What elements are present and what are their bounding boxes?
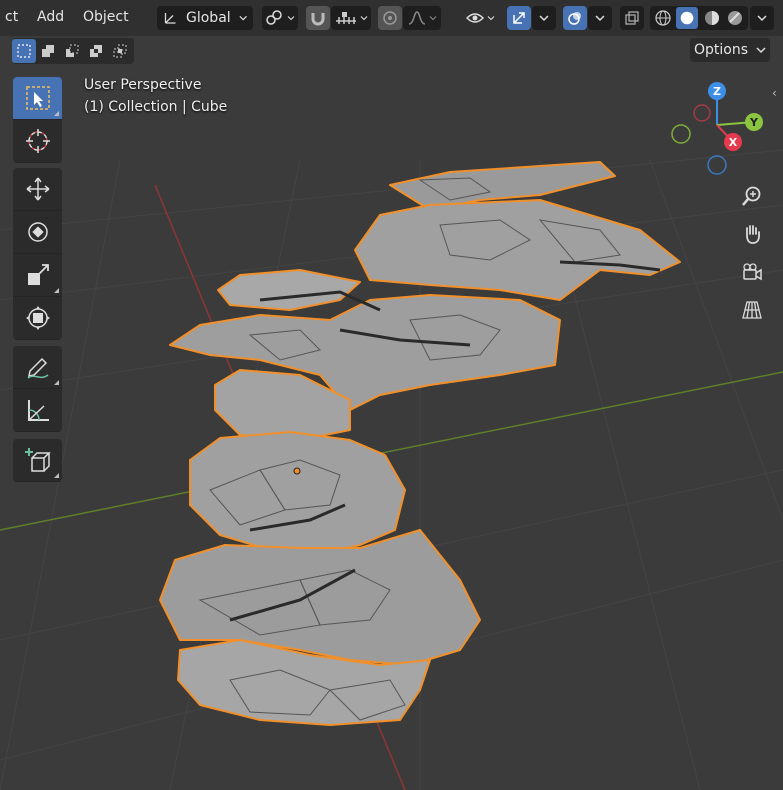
overlays-toggle[interactable] [563,6,587,30]
gizmo-icon [513,12,525,24]
select-mode-intersect[interactable] [108,39,132,63]
gizmo-y-label: Y [749,116,759,129]
rendered-shading-icon[interactable] [725,8,745,28]
measure-icon [27,400,49,421]
move-icon [26,177,49,201]
perspective-toggle-button[interactable] [734,292,770,328]
shading-dropdown[interactable] [750,6,774,30]
chevron-down-icon [595,15,605,22]
snap-toggle[interactable] [306,6,330,30]
pivot-icon [266,10,282,25]
chevron-down-icon [429,16,436,21]
view-perspective-label: User Perspective [84,77,202,93]
gizmo-toggle[interactable] [507,6,531,30]
negative-z-handle [707,155,727,175]
shading-mode-group [650,6,748,30]
chevron-down-icon [360,16,367,21]
toolbar-annotate-group [13,346,62,432]
select-subtract-icon [66,44,79,57]
pan-button[interactable] [734,216,770,252]
negative-y-handle [671,124,691,144]
toolbar-select-group [13,77,62,163]
toolbar-add-group [13,439,62,482]
gizmo-dropdown[interactable] [532,6,556,30]
select-mode-extend[interactable] [36,39,60,63]
menu-select[interactable]: ct [5,9,18,25]
pencil-icon [27,357,48,379]
select-intersect-icon [113,44,127,58]
material-preview-icon[interactable] [702,8,722,28]
options-label: Options [693,42,749,58]
viewport-header: ct Add Object Global [0,0,783,36]
chevron-down-icon [287,16,295,21]
select-box-icon [25,86,50,110]
zoom-icon [742,186,761,206]
menu-add[interactable]: Add [37,9,64,25]
transform-icon [25,306,50,330]
menu-object[interactable]: Object [83,9,129,25]
falloff-dropdown[interactable] [403,6,441,30]
select-extend-icon [42,45,54,57]
wireframe-shading-icon[interactable] [653,8,673,28]
camera-icon [743,263,762,281]
zoom-button[interactable] [734,178,770,214]
select-difference-icon [90,45,102,57]
active-collection-label: (1) Collection | Cube [84,99,228,115]
select-new-icon [17,44,31,58]
visibility-dropdown[interactable] [462,6,498,30]
select-mode-subtract[interactable] [60,39,84,63]
solid-shading-button[interactable] [676,7,699,29]
falloff-curve-icon [408,11,425,25]
xray-icon [625,11,639,25]
orientation-dropdown[interactable]: Global [157,6,253,30]
pivot-dropdown[interactable] [262,6,298,30]
options-dropdown[interactable]: Options [690,38,770,62]
proportional-edit-icon [383,11,397,25]
eye-icon [465,13,484,23]
object-origin [293,467,301,475]
solid-shading-icon [680,11,694,25]
chevron-down-icon [757,15,767,22]
overlays-icon [568,12,581,25]
tool-scale[interactable] [13,254,62,297]
overlays-dropdown[interactable] [588,6,612,30]
select-mode-bar [12,38,134,64]
select-mode-difference[interactable] [84,39,108,63]
tool-annotate[interactable] [13,346,62,389]
sidebar-toggle-icon[interactable]: ‹ [772,86,777,100]
tool-select-box[interactable] [13,77,62,120]
magnet-icon [311,13,325,26]
chevron-down-icon [487,16,494,21]
orientation-label: Global [186,10,231,26]
chevron-down-icon [239,15,247,21]
snap-increment-icon [335,12,356,24]
snap-target-dropdown[interactable] [331,6,371,30]
tool-rotate[interactable] [13,211,62,254]
gizmo-x-label: X [729,136,738,149]
chevron-down-icon [756,47,766,54]
xray-toggle[interactable] [620,6,644,30]
tool-move[interactable] [13,168,62,211]
tool-transform[interactable] [13,297,62,340]
scale-icon [27,264,49,285]
toolbar-transform-group [13,168,62,340]
tool-cursor[interactable] [13,120,62,163]
cursor-icon [25,129,50,153]
add-cube-icon [24,448,51,472]
negative-x-handle [693,104,711,122]
grid-view-icon [742,301,762,319]
hand-icon [746,225,760,244]
proportional-edit-toggle[interactable] [378,6,402,30]
tool-measure[interactable] [13,389,62,432]
camera-view-button[interactable] [734,254,770,290]
chevron-down-icon [539,15,549,22]
rotate-icon [27,222,48,242]
navigation-gizmo[interactable]: Z Y X [660,78,770,178]
tool-add-cube[interactable] [13,439,62,482]
gizmo-z-label: Z [713,85,721,98]
select-mode-set-new[interactable] [12,39,36,63]
orientation-icon [164,13,176,24]
